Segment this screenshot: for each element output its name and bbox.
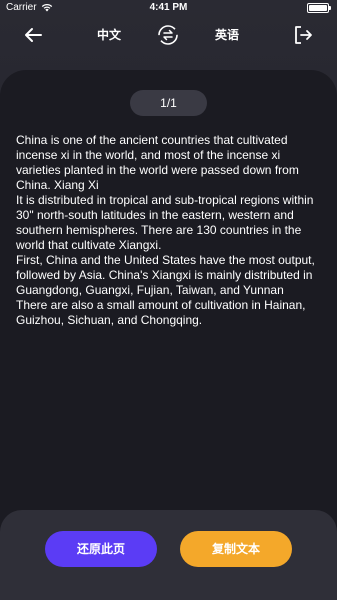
exit-icon	[295, 26, 312, 44]
restore-page-button[interactable]: 还原此页	[45, 531, 157, 567]
arrow-left-icon	[25, 28, 42, 42]
target-language-label[interactable]: 英语	[215, 26, 239, 43]
back-button[interactable]	[22, 24, 44, 46]
page-indicator: 1/1	[130, 90, 207, 116]
copy-text-button[interactable]: 复制文本	[180, 531, 292, 567]
exit-button[interactable]	[293, 24, 313, 46]
battery-icon	[307, 3, 331, 13]
status-time: 4:41 PM	[149, 2, 188, 13]
swap-languages-icon	[158, 25, 178, 45]
swap-languages-button[interactable]	[157, 24, 179, 46]
top-navigation: 中文 英语	[0, 20, 337, 50]
source-language-label[interactable]: 中文	[97, 26, 121, 43]
bottom-action-bar: 还原此页 复制文本	[0, 510, 337, 600]
status-bar: Carrier 4:41 PM	[0, 0, 337, 14]
translation-result-screen: Carrier 4:41 PM 中文 英语 1/1 China is one o…	[0, 0, 337, 600]
translated-text[interactable]: China is one of the ancient countries th…	[16, 133, 321, 328]
